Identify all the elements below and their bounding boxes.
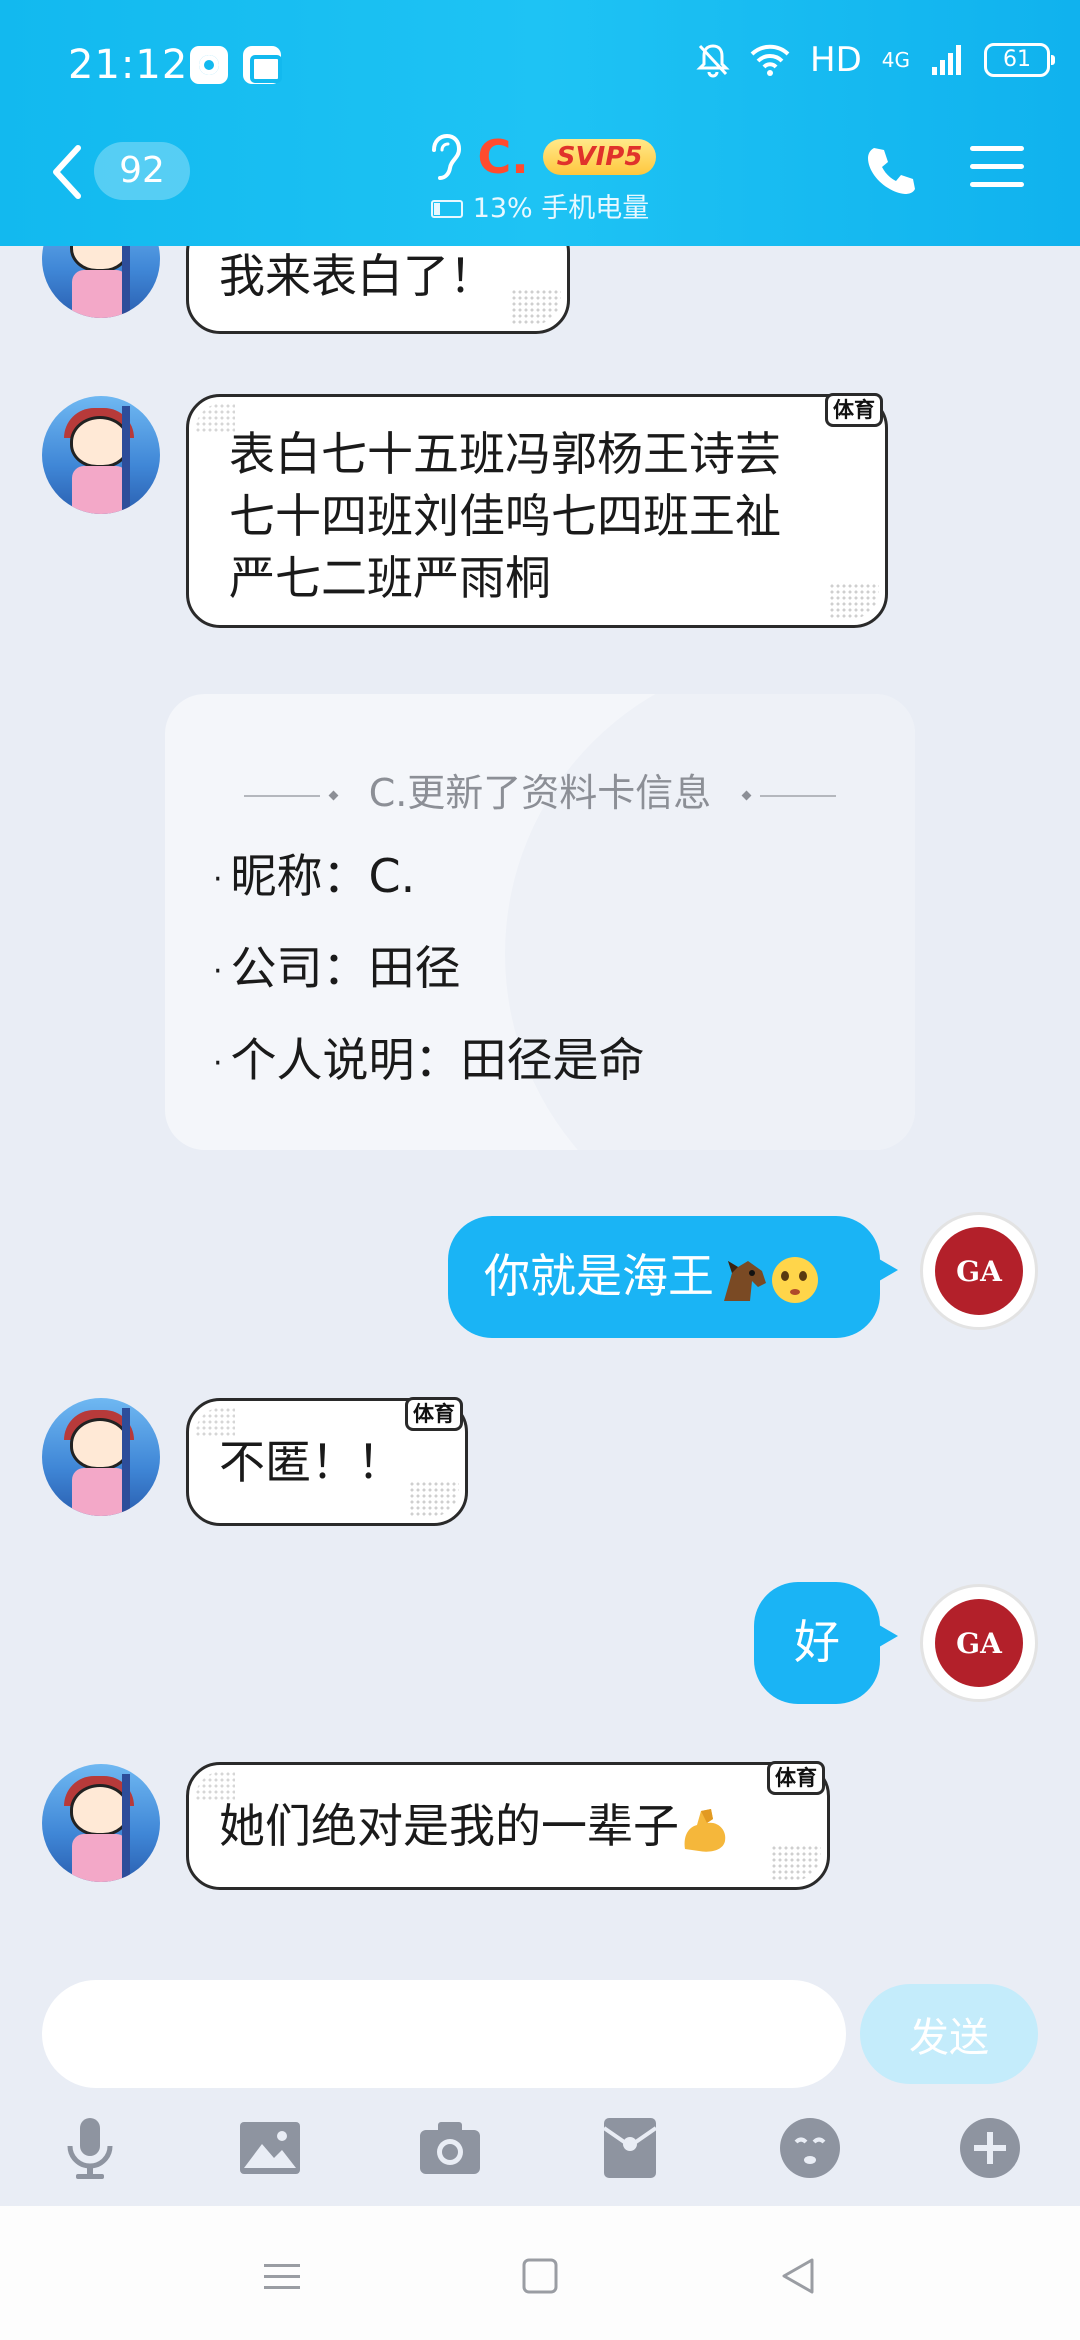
horse-emoji xyxy=(724,1260,766,1301)
microphone-icon[interactable] xyxy=(56,2114,124,2182)
contact-avatar[interactable] xyxy=(42,1398,160,1516)
app-notification-icon-2 xyxy=(243,46,282,84)
card-row-bio: · 个人说明：田径是命 xyxy=(213,1033,645,1087)
send-button[interactable]: 发送 xyxy=(860,1984,1038,2084)
message-text: 不匿！！ xyxy=(219,1435,403,1489)
pleading-face-emoji xyxy=(772,1256,818,1303)
contact-title[interactable]: C. SVIP5 xyxy=(0,130,1080,186)
chat-header: 21:12 HD 4G 61 92 C. SVIP5 13% 手机电量 xyxy=(0,0,1080,246)
emoji-icon[interactable] xyxy=(776,2114,844,2182)
message-bubble[interactable]: 我来表白了！ xyxy=(186,246,570,334)
back-triangle-icon[interactable] xyxy=(768,2246,828,2306)
signal-icon xyxy=(932,45,961,75)
hd-label: HD xyxy=(810,40,862,80)
sport-tag: 体育 xyxy=(405,1397,463,1431)
battery-icon: 61 xyxy=(984,43,1055,77)
camera-icon[interactable] xyxy=(416,2114,484,2182)
message-bubble[interactable]: 体育 不匿！！ xyxy=(186,1397,468,1526)
recent-apps-icon[interactable] xyxy=(252,2246,312,2306)
profile-update-card[interactable]: C.更新了资料卡信息 · 昵称：C. · 公司：田径 · 个人说明：田径是命 xyxy=(165,694,915,1150)
contact-name: C. xyxy=(477,130,529,184)
ear-icon xyxy=(431,133,461,180)
menu-icon[interactable] xyxy=(970,146,1024,194)
svip-badge: SVIP5 xyxy=(542,139,657,175)
my-avatar[interactable] xyxy=(920,1212,1038,1330)
status-icons: HD 4G 61 xyxy=(696,40,1055,80)
message-text: 好 xyxy=(794,1615,840,1669)
message-bubble[interactable]: 体育 表白七十五班冯郭杨王诗芸 七十四班刘佳鸣七四班王祉 严七二班严雨桐 xyxy=(186,393,888,628)
contact-avatar[interactable] xyxy=(42,396,160,514)
input-area: 发送 xyxy=(0,1966,1080,2206)
my-message-bubble[interactable]: 好 xyxy=(754,1582,898,1704)
card-row-company: · 公司：田径 xyxy=(213,941,461,995)
my-message-bubble[interactable]: 你就是海王 xyxy=(448,1216,898,1338)
network-label: 4G xyxy=(881,48,910,72)
contact-avatar[interactable] xyxy=(42,246,160,318)
message-text: 表白七十五班冯郭杨王诗芸 七十四班刘佳鸣七四班王祉 严七二班严雨桐 xyxy=(229,427,781,605)
message-text: 你就是海王 xyxy=(484,1249,714,1303)
plus-icon[interactable] xyxy=(956,2114,1024,2182)
message-input[interactable] xyxy=(42,1980,846,2088)
card-header-text: C.更新了资料卡信息 xyxy=(368,771,712,815)
mute-bell-icon xyxy=(696,44,730,78)
card-header: C.更新了资料卡信息 xyxy=(165,762,915,817)
card-row-nickname: · 昵称：C. xyxy=(213,849,416,903)
app-notification-icon xyxy=(190,46,228,84)
contact-avatar[interactable] xyxy=(42,1764,160,1882)
sport-tag: 体育 xyxy=(767,1761,825,1795)
battery-status-subtitle: 13% 手机电量 xyxy=(0,186,1080,225)
phone-call-icon[interactable] xyxy=(862,142,918,198)
subtitle-text: 13% 手机电量 xyxy=(472,193,650,224)
small-battery-icon xyxy=(430,200,463,218)
message-list[interactable]: 我来表白了！ 体育 表白七十五班冯郭杨王诗芸 七十四班刘佳鸣七四班王祉 严七二班… xyxy=(0,246,1080,1966)
image-icon[interactable] xyxy=(236,2114,304,2182)
message-text: 我来表白了！ xyxy=(219,249,495,303)
message-text: 她们绝对是我的一辈子 xyxy=(219,1799,679,1853)
red-packet-icon[interactable] xyxy=(596,2114,664,2182)
message-bubble[interactable]: 体育 她们绝对是我的一辈子 xyxy=(186,1761,830,1890)
wifi-icon xyxy=(750,44,790,76)
system-nav-bar xyxy=(0,2206,1080,2340)
sport-tag: 体育 xyxy=(825,393,883,427)
status-time: 21:12 xyxy=(68,42,189,88)
flexed-biceps-emoji xyxy=(684,1808,726,1852)
home-icon[interactable] xyxy=(510,2246,570,2306)
my-avatar[interactable] xyxy=(920,1584,1038,1702)
